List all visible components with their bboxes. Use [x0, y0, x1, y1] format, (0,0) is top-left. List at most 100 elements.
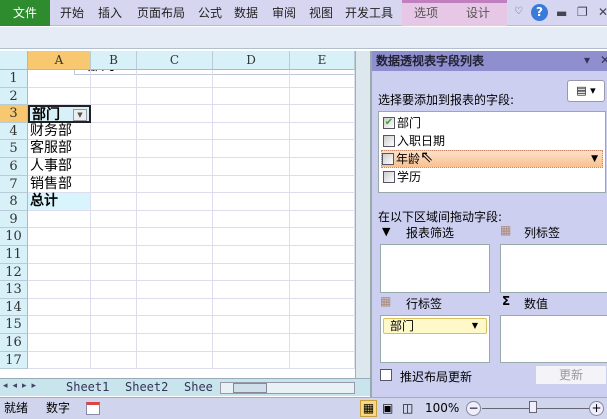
cell-D6[interactable]	[213, 158, 290, 176]
minimize-ribbon-icon[interactable]: ♡	[514, 6, 523, 17]
field-item-department[interactable]: ✔ 部门	[383, 114, 421, 132]
cell-D9[interactable]	[213, 210, 290, 229]
cell-E5[interactable]	[290, 140, 355, 158]
cell-D8[interactable]	[213, 193, 290, 211]
cell-B6[interactable]	[91, 158, 137, 176]
cell-A5[interactable]: 客服部	[28, 140, 91, 158]
sheet-tab-2[interactable]: Sheet2	[125, 379, 168, 396]
tab-formulas[interactable]: 公式	[198, 0, 222, 26]
cell-A13[interactable]	[28, 281, 91, 299]
cell-E8[interactable]	[290, 193, 355, 211]
cell-B9[interactable]	[91, 210, 137, 229]
checkbox[interactable]	[383, 171, 395, 183]
filter-dropdown-icon[interactable]: ▼	[73, 109, 87, 122]
minimize-icon[interactable]: ▬	[556, 6, 567, 20]
cell-E11[interactable]	[290, 246, 355, 264]
cell-E9[interactable]	[290, 210, 355, 229]
cell-D4[interactable]	[213, 122, 290, 141]
row-header-8[interactable]: 8	[0, 193, 28, 211]
page-layout-view-icon[interactable]: ▣	[382, 398, 393, 419]
cell-E7[interactable]	[290, 175, 355, 194]
row-header-14[interactable]: 14	[0, 298, 28, 317]
cell-C5[interactable]	[137, 140, 213, 158]
report-filter-area[interactable]	[380, 244, 490, 293]
tab-options[interactable]: 选项	[414, 0, 438, 26]
cell-D1[interactable]	[213, 70, 290, 88]
cell-D14[interactable]	[213, 298, 290, 317]
cell-B10[interactable]	[91, 228, 137, 246]
row-header-13[interactable]: 13	[0, 281, 28, 299]
cell-E15[interactable]	[290, 316, 355, 334]
cell-C16[interactable]	[137, 334, 213, 352]
cell-D17[interactable]	[213, 351, 290, 370]
row-header-4[interactable]: 4	[0, 122, 28, 141]
scroll-thumb[interactable]	[233, 383, 267, 393]
cell-D5[interactable]	[213, 140, 290, 158]
row-header-12[interactable]: 12	[0, 263, 28, 282]
field-item-hire-date[interactable]: 入职日期	[383, 132, 445, 150]
cell-B12[interactable]	[91, 263, 137, 282]
cell-E12[interactable]	[290, 263, 355, 282]
cell-A6[interactable]: 人事部	[28, 158, 91, 176]
cell-B3[interactable]	[91, 105, 137, 123]
field-item-age[interactable]: 年龄 ▼	[381, 150, 603, 168]
panel-menu-icon[interactable]: ▾	[584, 53, 590, 67]
cell-A11[interactable]	[28, 246, 91, 264]
column-header-D[interactable]: D	[213, 51, 290, 70]
cell-C13[interactable]	[137, 281, 213, 299]
tab-insert[interactable]: 插入	[98, 0, 122, 26]
page-break-view-icon[interactable]: ◫	[402, 398, 413, 419]
cell-B7[interactable]	[91, 175, 137, 194]
cell-D12[interactable]	[213, 263, 290, 282]
cell-B13[interactable]	[91, 281, 137, 299]
cell-A10[interactable]	[28, 228, 91, 246]
tab-page-layout[interactable]: 页面布局	[137, 0, 185, 26]
column-header-B[interactable]: B	[91, 51, 137, 70]
cell-A12[interactable]	[28, 263, 91, 282]
select-all-corner[interactable]	[0, 51, 28, 70]
cell-A2[interactable]	[28, 87, 91, 106]
cell-B8[interactable]	[91, 193, 137, 211]
panel-close-icon[interactable]: ✕	[600, 53, 607, 67]
cell-C10[interactable]	[137, 228, 213, 246]
row-header-6[interactable]: 6	[0, 158, 28, 176]
cell-A4[interactable]: 财务部	[28, 122, 91, 141]
sheet-nav-arrows-icon[interactable]: ◂◂▸▸	[3, 381, 41, 391]
cell-A15[interactable]	[28, 316, 91, 334]
macro-record-icon[interactable]	[86, 402, 100, 415]
cell-B14[interactable]	[91, 298, 137, 317]
cell-E1[interactable]	[290, 70, 355, 88]
cell-B5[interactable]	[91, 140, 137, 158]
sheet-tab-1[interactable]: Sheet1	[66, 379, 109, 396]
cell-B15[interactable]	[91, 316, 137, 334]
row-header-10[interactable]: 10	[0, 228, 28, 246]
tab-developer[interactable]: 开发工具	[345, 0, 393, 26]
zoom-slider-thumb[interactable]	[529, 401, 537, 413]
close-icon[interactable]: ✕	[598, 5, 607, 19]
tab-review[interactable]: 审阅	[272, 0, 296, 26]
cell-D2[interactable]	[213, 87, 290, 106]
row-header-5[interactable]: 5	[0, 140, 28, 158]
column-header-A[interactable]: A	[28, 51, 91, 70]
cell-B16[interactable]	[91, 334, 137, 352]
cell-B4[interactable]	[91, 122, 137, 141]
layout-options-button[interactable]: ▤ ▾	[567, 80, 605, 102]
cell-E4[interactable]	[290, 122, 355, 141]
cell-E13[interactable]	[290, 281, 355, 299]
cell-B17[interactable]	[91, 351, 137, 370]
cell-C12[interactable]	[137, 263, 213, 282]
dropdown-arrow-icon[interactable]: ▼	[591, 150, 598, 168]
cell-D3[interactable]	[213, 105, 290, 123]
row-header-11[interactable]: 11	[0, 246, 28, 264]
row-header-15[interactable]: 15	[0, 316, 28, 334]
cell-A16[interactable]	[28, 334, 91, 352]
restore-icon[interactable]: ❐	[577, 5, 588, 19]
cell-E10[interactable]	[290, 228, 355, 246]
file-tab[interactable]: 文件	[0, 0, 50, 26]
cell-D13[interactable]	[213, 281, 290, 299]
cell-A7[interactable]: 销售部	[28, 175, 91, 194]
dropdown-arrow-icon[interactable]: ▼	[472, 319, 478, 333]
cell-D11[interactable]	[213, 246, 290, 264]
row-header-3[interactable]: 3	[0, 105, 28, 123]
tab-view[interactable]: 视图	[309, 0, 333, 26]
